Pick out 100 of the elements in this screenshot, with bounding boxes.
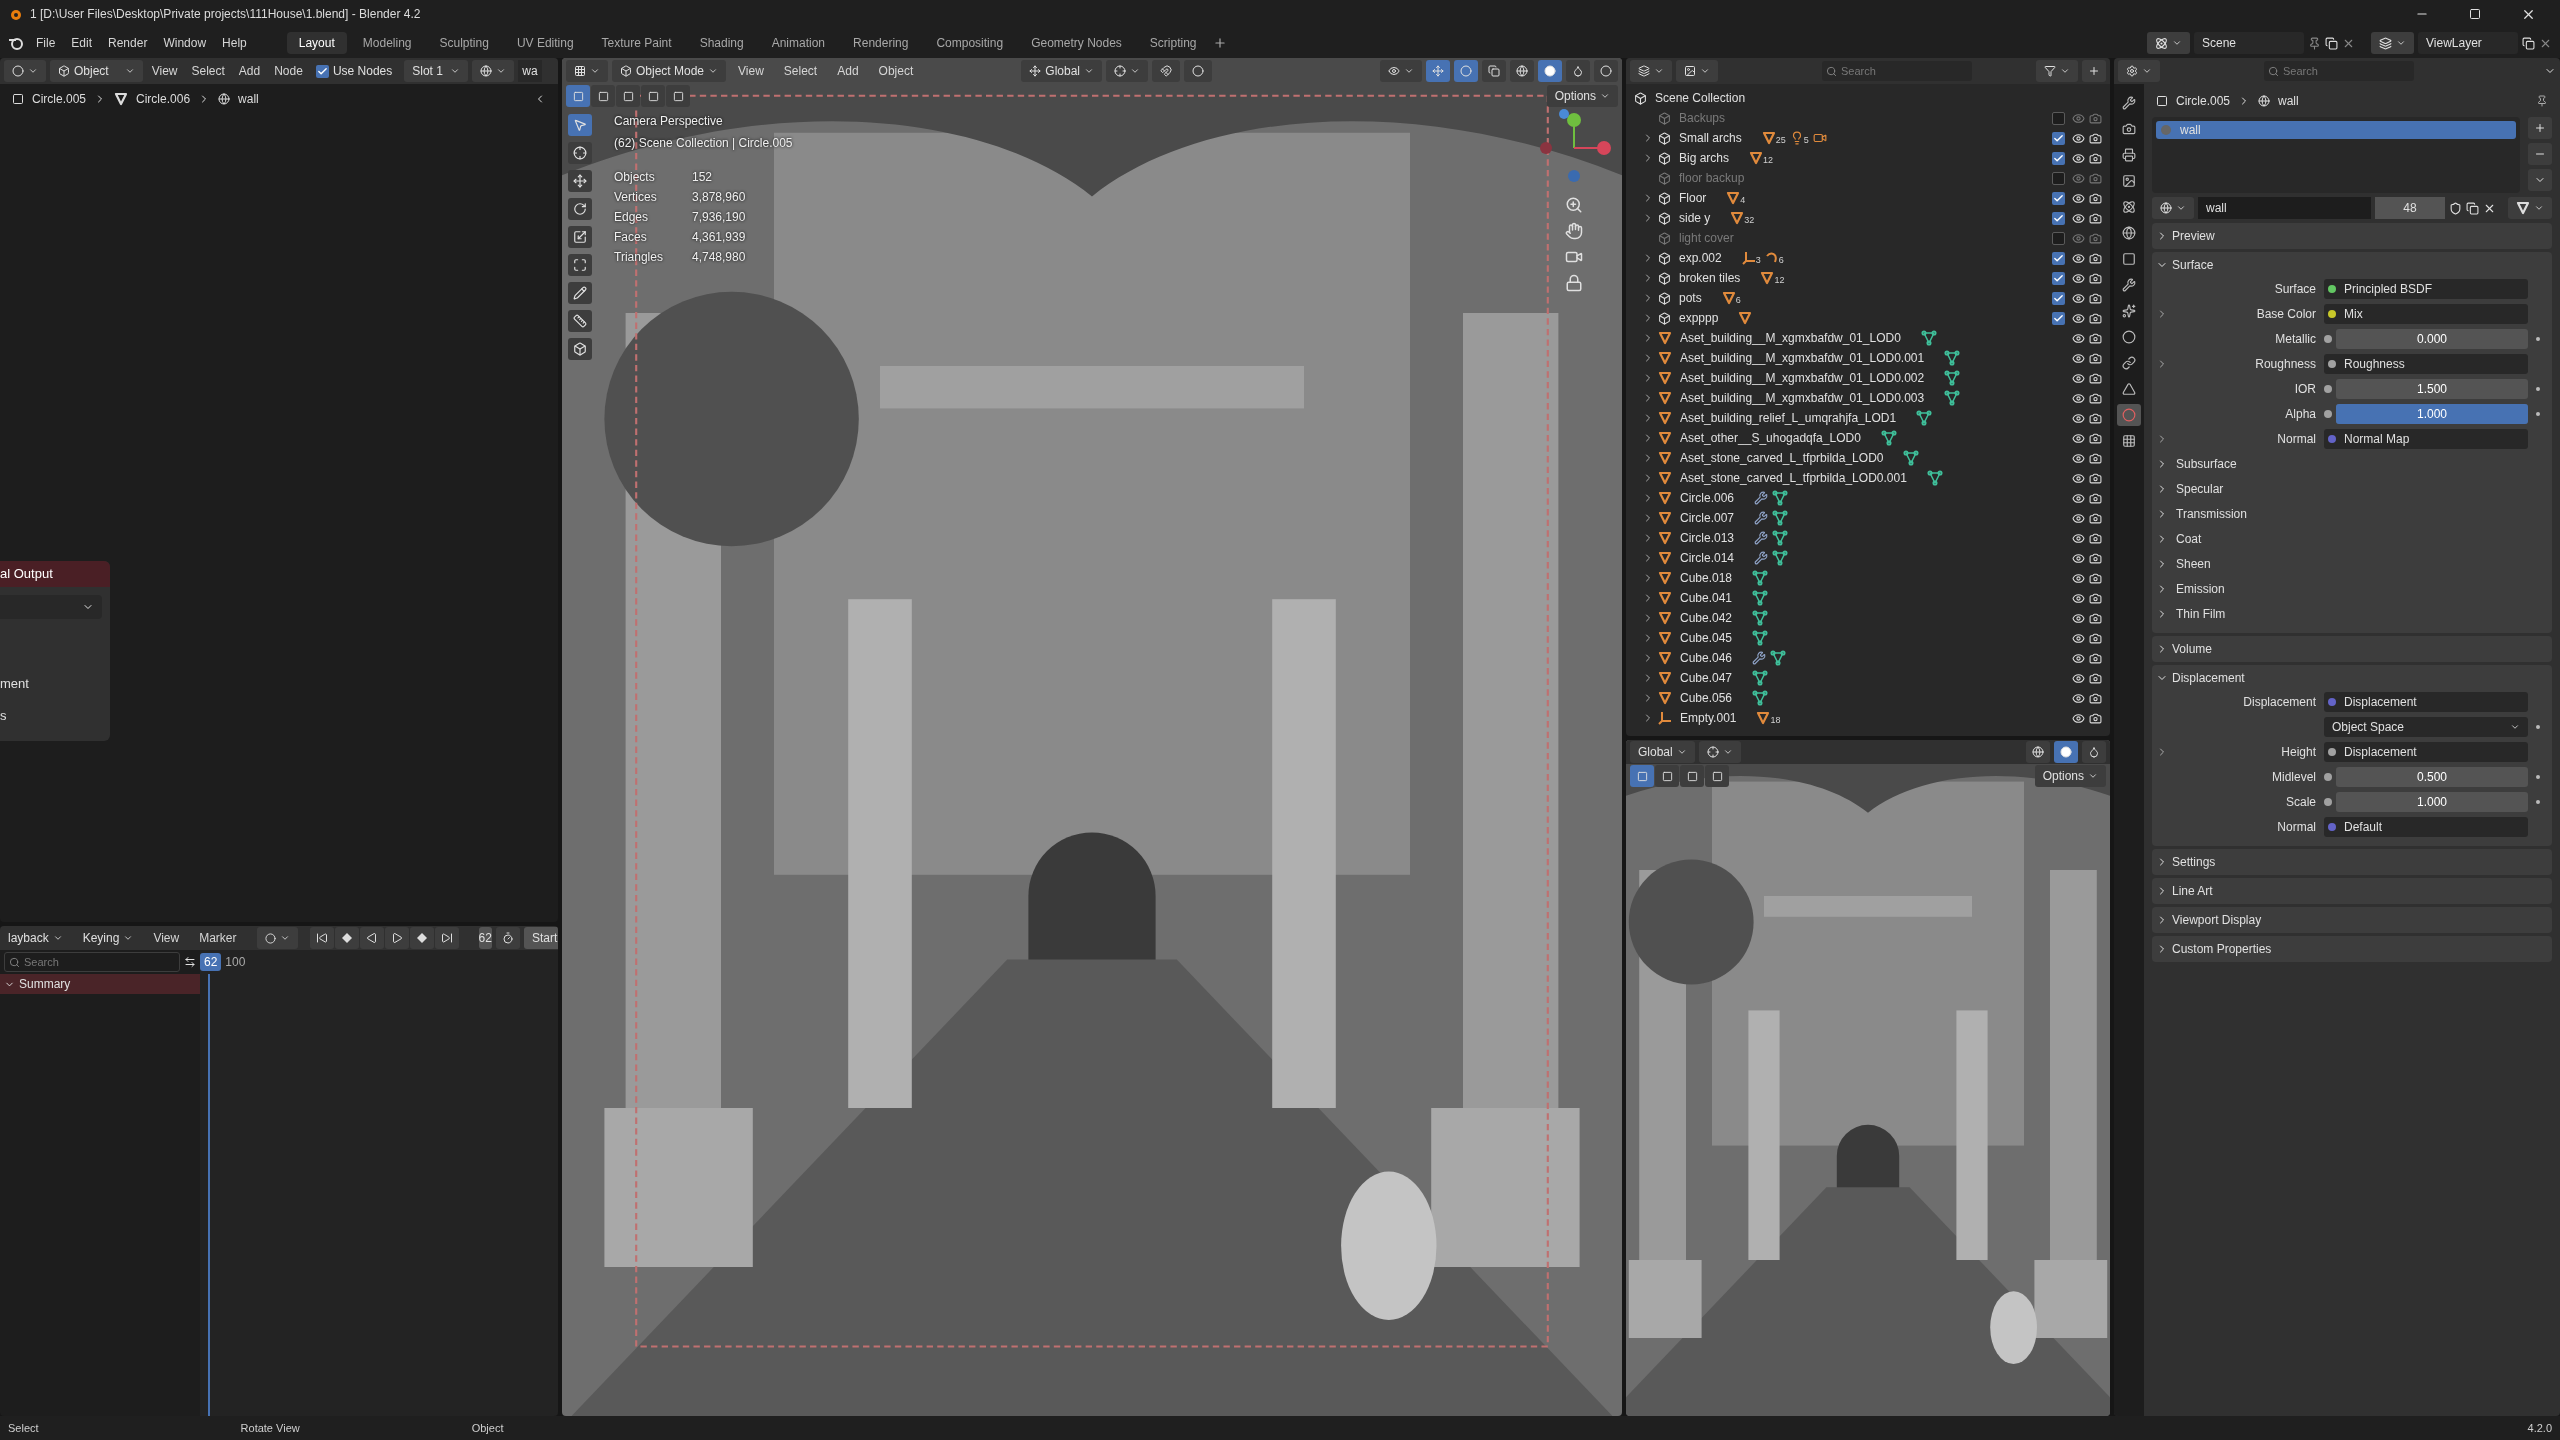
panel-header[interactable]: Line Art [2152,878,2552,904]
outliner-item[interactable]: expppp [1679,309,1719,327]
outliner-item[interactable]: Circle.007 [1680,509,1735,527]
outliner-item[interactable]: Aset_building__M_xgmxbafdw_01_LOD0.001 [1680,349,1925,367]
outliner-item[interactable]: Floor [1679,189,1707,207]
collection-name[interactable]: Scene Collection [1655,89,1746,107]
workspace-tab[interactable]: Geometry Nodes [1019,32,1134,54]
outliner-item[interactable]: pots [1679,289,1702,307]
start-field[interactable]: Start [523,927,558,949]
panel-header[interactable]: Preview [2152,223,2552,249]
outliner-item[interactable]: Small archs [1679,129,1742,147]
socket-link-field[interactable]: Mix [2324,304,2528,324]
menu-item[interactable]: Object [870,60,922,82]
panel-header[interactable]: Settings [2152,849,2552,875]
outliner-item[interactable]: exp.002 [1679,249,1722,267]
number-field[interactable]: 1.000 [2336,404,2528,424]
slot-dropdown[interactable]: Slot 1 [404,60,469,82]
workspace-tab[interactable]: Animation [759,32,838,54]
outliner-item[interactable]: Aset_building__M_xgmxbafdw_01_LOD0.003 [1680,389,1925,407]
menu-item[interactable]: View [730,60,772,82]
outliner-item[interactable]: side y [1679,209,1711,227]
socket-link-field[interactable]: Displacement [2324,742,2528,762]
socket-link-field[interactable]: Normal Map [2324,429,2528,449]
menu-item[interactable]: Help [214,32,255,54]
channel-row[interactable]: Summary [0,974,200,994]
workspace-tab[interactable]: Texture Paint [589,32,684,54]
use-nodes-checkbox[interactable]: Use Nodes [311,62,397,80]
object-type-dropdown[interactable]: Object [50,60,143,82]
menu-item[interactable]: Window [155,32,215,54]
outliner-item[interactable]: Cube.047 [1680,669,1733,687]
panel-header[interactable]: Displacement [2152,665,2552,691]
space-dropdown[interactable]: Object Space [2324,717,2528,737]
outliner-item[interactable]: broken tiles [1679,269,1741,287]
socket-link-field[interactable]: Roughness [2324,354,2528,374]
workspace-tab[interactable]: Sculpting [427,32,501,54]
menu-item[interactable]: Add [829,60,867,82]
menu-item[interactable]: Select [775,60,826,82]
number-field[interactable]: 1.500 [2336,379,2528,399]
socket-link-field[interactable]: Default [2324,817,2528,837]
outliner-item[interactable]: Cube.046 [1680,649,1733,667]
outliner-item[interactable]: Cube.045 [1680,629,1733,647]
options-dropdown[interactable]: Options [2034,765,2106,787]
subpanel-header[interactable]: Coat [2152,528,2552,550]
outliner-item[interactable]: Aset_building__M_xgmxbafdw_01_LOD0 [1680,329,1901,347]
outliner-item[interactable]: Circle.006 [1680,489,1735,507]
panel-header[interactable]: Surface [2152,252,2552,278]
subpanel-header[interactable]: Emission [2152,578,2552,600]
outliner-item[interactable]: Aset_stone_carved_L_tfprbilda_LOD0.001 [1680,469,1907,487]
menu-dropdown[interactable]: layback [0,927,71,949]
workspace-tab[interactable]: UV Editing [504,32,586,54]
menu-item[interactable]: Node [269,60,308,82]
menu-item[interactable]: Select [186,60,230,82]
menu-item[interactable]: File [28,32,64,54]
options-dropdown[interactable]: Options [1546,85,1618,107]
orientation-dropdown[interactable]: Global [1630,741,1695,763]
outliner-item[interactable]: Aset_stone_carved_L_tfprbilda_LOD0 [1680,449,1884,467]
panel-header[interactable]: Volume [2152,636,2552,662]
workspace-tab[interactable]: Modeling [350,32,424,54]
material-slot[interactable]: wall [2156,121,2516,139]
scene-field[interactable]: Scene [2194,32,2304,54]
menu-item[interactable]: Marker [191,927,245,949]
subpanel-header[interactable]: Sheen [2152,553,2552,575]
menu-item[interactable]: Render [100,32,156,54]
panel-header[interactable]: Viewport Display [2152,907,2552,933]
outliner-item[interactable]: Cube.042 [1680,609,1733,627]
outliner-item[interactable]: Backups [1679,109,1726,127]
workspace-tab[interactable]: Layout [286,32,347,54]
playhead-label[interactable]: 62 [200,953,222,971]
material-name-field[interactable]: wall [2198,197,2371,219]
socket-link-field[interactable]: Principled BSDF [2324,279,2528,299]
menu-item[interactable]: View [145,927,188,949]
subpanel-header[interactable]: Subsurface [2152,453,2552,475]
outliner-item[interactable]: Big archs [1679,149,1730,167]
menu-item[interactable]: Edit [63,32,101,54]
mode-dropdown[interactable]: Object Mode [612,60,727,82]
subpanel-header[interactable]: Thin Film [2152,603,2552,625]
socket-link-field[interactable]: Displacement [2324,692,2528,712]
current-frame-field[interactable]: 62 [478,927,492,949]
search-field[interactable]: Search [4,952,180,972]
outliner-item[interactable]: Aset_building__M_xgmxbafdw_01_LOD0.002 [1680,369,1925,387]
outliner-item[interactable]: Cube.041 [1680,589,1733,607]
workspace-tab[interactable]: Compositing [924,32,1016,54]
subpanel-header[interactable]: Transmission [2152,503,2552,525]
outliner-item[interactable]: Aset_other__S_uhogadqfa_LOD0 [1680,429,1861,447]
menu-dropdown[interactable]: Keying [74,927,142,949]
orientation-dropdown[interactable]: Global [1021,60,1102,82]
panel-header[interactable]: Custom Properties [2152,936,2552,962]
workspace-tab[interactable]: Scripting [1137,32,1209,54]
menu-item[interactable]: Add [233,60,266,82]
number-field[interactable]: 1.000 [2336,792,2528,812]
view-layer-field[interactable]: ViewLayer [2418,32,2518,54]
outliner-item[interactable]: light cover [1679,229,1734,247]
workspace-tab[interactable]: Rendering [841,32,921,54]
number-field[interactable]: 0.500 [2336,767,2528,787]
outliner-item[interactable]: floor backup [1679,169,1745,187]
outliner-item[interactable]: Aset_building_relief_L_umqrahjfa_LOD1 [1680,409,1897,427]
user-count[interactable]: 48 [2375,197,2445,219]
material-field[interactable]: wa [518,60,542,82]
outliner-item[interactable]: Cube.056 [1680,689,1733,707]
outliner-item[interactable]: Circle.013 [1680,529,1735,547]
